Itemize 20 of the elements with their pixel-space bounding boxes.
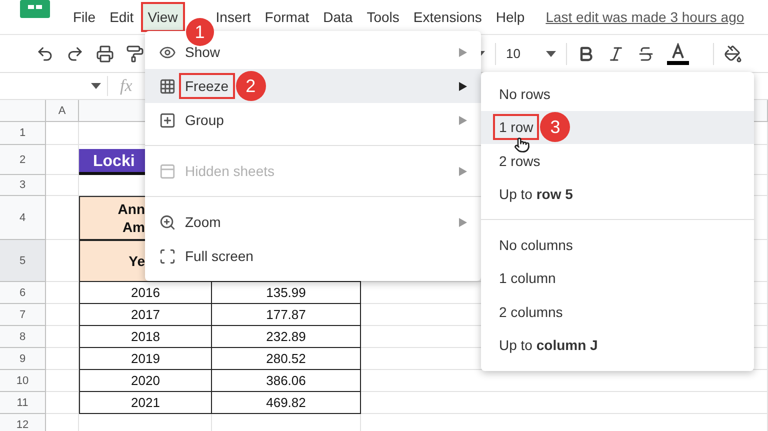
step-marker: 3 — [540, 112, 570, 142]
table-cell: 2018 — [79, 326, 212, 348]
table-cell: 2017 — [79, 304, 212, 326]
table-cell: 469.82 — [212, 392, 361, 414]
header-text: Ann — [118, 200, 145, 218]
table-cell: 2016 — [79, 282, 212, 304]
title-text: Locki — [93, 153, 135, 172]
table-cell: 135.99 — [212, 282, 361, 304]
header-text: Am — [122, 218, 145, 236]
table-cell: 280.52 — [212, 348, 361, 370]
step-marker: 1 — [186, 18, 214, 46]
header-text: Ye — [128, 252, 145, 270]
step-marker: 2 — [236, 71, 266, 101]
table-cell: 2020 — [79, 370, 212, 392]
table-cell: 232.89 — [212, 326, 361, 348]
table-cell: 177.87 — [212, 304, 361, 326]
table-cell: 386.06 — [212, 370, 361, 392]
table-cell: 2021 — [79, 392, 212, 414]
fx-label: fx — [120, 76, 132, 96]
table-cell: 2019 — [79, 348, 212, 370]
